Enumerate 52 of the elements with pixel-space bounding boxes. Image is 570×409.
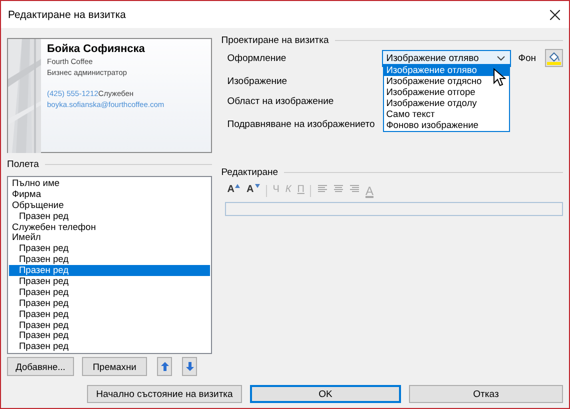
paint-bucket-icon [547,51,561,65]
dropdown-option[interactable]: Изображение отляво [384,65,510,76]
triangle-up-icon [235,184,240,188]
close-icon[interactable] [550,10,560,20]
text-input-field[interactable] [225,202,563,216]
list-item[interactable]: Празен ред [9,308,210,320]
add-button[interactable]: Добавяне... [7,357,74,376]
shrink-font-button[interactable]: A [246,184,260,198]
list-item[interactable]: Празен ред [9,286,210,298]
move-down-button[interactable] [182,357,197,376]
list-item[interactable]: Празен ред [9,276,210,287]
reset-card-button[interactable]: Начално състояние на визитка [87,385,242,403]
image-area-label: Област на изображение [227,96,334,107]
list-item[interactable]: Празен ред [9,320,210,330]
list-item[interactable]: Празен ред [9,243,210,254]
list-item[interactable]: Обръщение [9,200,210,211]
dropdown-option[interactable]: Изображение отдясно [384,76,510,87]
dropdown-option[interactable]: Само текст [384,109,510,120]
list-item[interactable]: Празен ред [9,210,210,222]
section-heading: Проектиране на визитка [221,34,329,46]
cancel-button[interactable]: Отказ [409,385,563,403]
list-item[interactable]: Имейл [9,232,210,244]
list-item[interactable]: Празен ред [9,254,210,266]
list-item[interactable]: Празен ред [9,330,210,342]
arrow-down-icon [186,362,194,371]
move-up-button[interactable] [157,357,172,376]
list-item[interactable]: Служебен телефон [9,222,210,232]
grow-font-button[interactable]: A [227,184,240,198]
mouse-cursor-icon [493,68,506,87]
dropdown-option[interactable]: Фоново изображение [384,120,510,131]
section-heading: Полета [7,158,39,170]
window-title: Редактиране на визитка [8,8,126,20]
chevron-down-icon [497,56,506,60]
image-label: Изображение [227,76,288,87]
list-item[interactable]: Празен ред [9,298,210,309]
list-item[interactable]: Фирма [9,188,210,200]
section-heading: Редактиране [221,166,278,178]
dropdown-option[interactable]: Изображение отгоре [384,87,510,98]
background-label: Фон [518,52,536,64]
dropdown-option[interactable]: Изображение отдолу [384,98,510,109]
fields-list[interactable]: Пълно име Фирма Обръщение Празен ред Служебен телефон Имейл Празен ред Празен ред Празен ред Празен ред Празен ред Празен ред Празен ред Празен ред Празен ред Празен ред [7,176,212,354]
arrow-up-icon [160,362,168,371]
background-color-button[interactable] [545,49,563,67]
image-align-label: Подравняване на изображението [227,119,375,130]
layout-label: Оформление [227,52,288,64]
triangle-down-icon [254,184,260,188]
remove-button[interactable]: Премахни [82,357,147,376]
list-item[interactable]: Празен ред [9,341,210,352]
ok-button[interactable]: OK [250,385,401,403]
list-item[interactable]: Пълно име [9,178,210,189]
contact-name: Бойка Софиянска [47,43,146,56]
list-item[interactable]: Празен ред [9,265,210,276]
